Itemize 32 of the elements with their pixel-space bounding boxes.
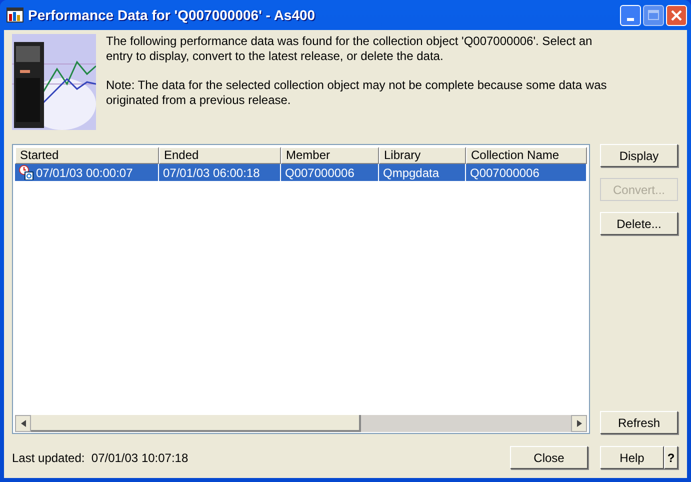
maximize-button[interactable] <box>643 4 664 26</box>
scroll-left-button[interactable] <box>15 415 31 432</box>
column-header[interactable]: Library <box>379 147 466 164</box>
table-cell[interactable]: Qmpgdata <box>379 164 466 181</box>
description-text: The following performance data was found for the collection object 'Q007000006'. Select an entry to display, convert to the latest release, or delete the data. <box>106 34 594 64</box>
close-icon[interactable] <box>666 4 687 26</box>
action-button[interactable]: Display <box>600 144 678 167</box>
table-cell[interactable]: 07/01/03 06:00:18 <box>159 164 281 181</box>
table-cell[interactable]: Q007000006 <box>281 164 379 181</box>
last-updated-text: Last updated: 07/01/03 10:07:18 <box>12 450 188 466</box>
close-button[interactable]: Close <box>510 446 588 469</box>
left-arrow-icon <box>20 420 26 427</box>
refresh-button[interactable]: Refresh <box>600 411 678 434</box>
app-icon <box>6 6 24 24</box>
description-text: Note: The data for the selected collection object may not be complete because some data was originated from a previous release. <box>106 78 608 108</box>
help-icon-button[interactable]: ? <box>664 446 678 469</box>
right-arrow-icon <box>576 420 582 427</box>
table-row-cell[interactable]: 07/01/03 00:00:07 <box>15 164 159 181</box>
column-header[interactable]: Started <box>15 147 159 164</box>
column-header[interactable]: Ended <box>159 147 281 164</box>
window-title: Performance Data for 'Q007000006' - As400 <box>28 6 316 25</box>
action-button[interactable]: Delete... <box>600 212 678 235</box>
horizontal-scrollbar[interactable] <box>15 415 587 432</box>
minimize-button[interactable] <box>620 4 641 26</box>
scroll-right-button[interactable] <box>571 415 587 432</box>
column-header[interactable]: Member <box>281 147 379 164</box>
table-cell[interactable]: Q007000006 <box>466 164 587 181</box>
cell-text: 07/01/03 00:00:07 <box>36 164 133 182</box>
clock-document-icon <box>19 165 34 180</box>
column-header[interactable]: Collection Name <box>466 147 587 164</box>
help-button[interactable]: Help <box>600 446 664 469</box>
scroll-thumb[interactable] <box>31 415 361 432</box>
